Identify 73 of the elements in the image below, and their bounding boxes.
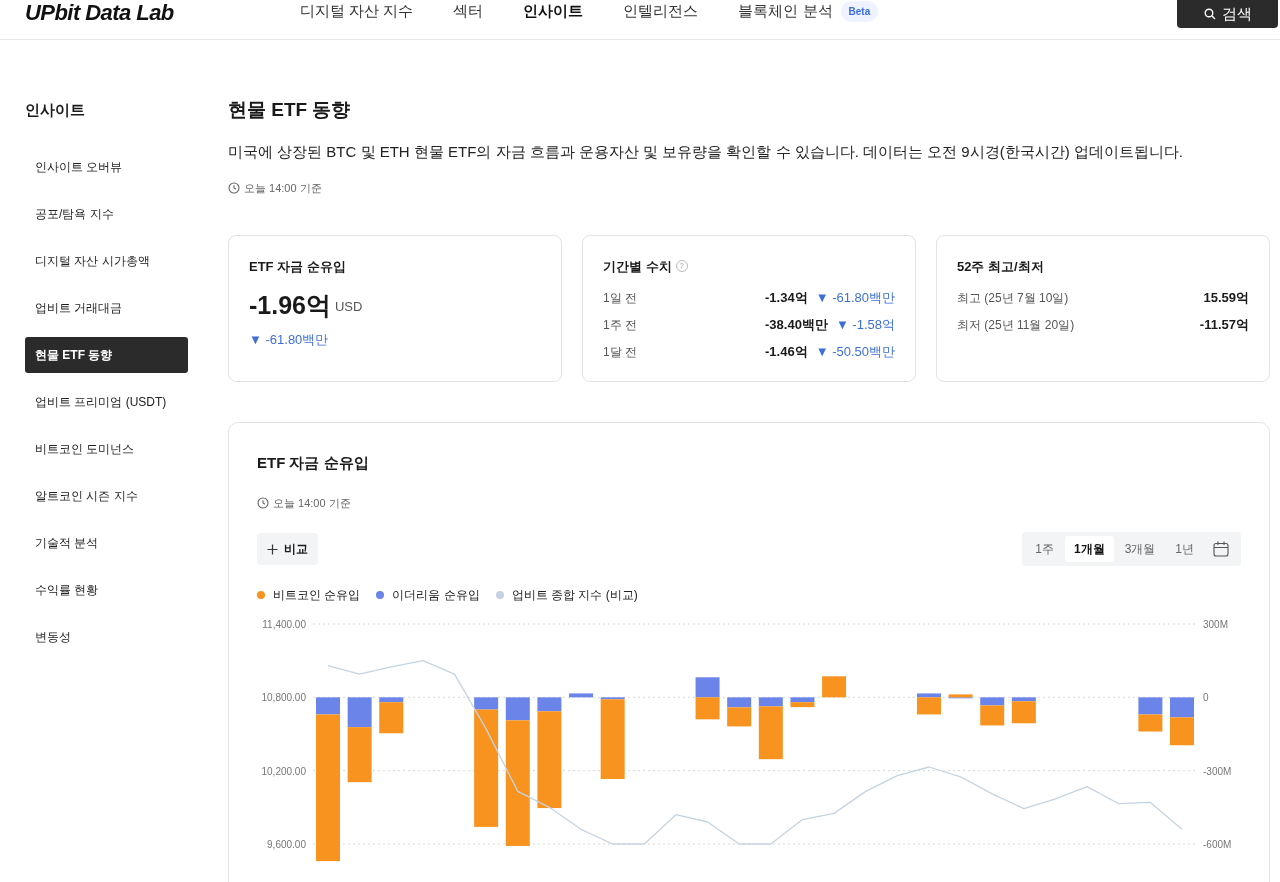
bar bbox=[1170, 697, 1194, 718]
change-value: ▼ -61.80백만 bbox=[815, 289, 895, 308]
timestamp: 오늘 14:00 기준 bbox=[244, 181, 322, 196]
range-tab[interactable]: 1개월 bbox=[1064, 536, 1114, 562]
sidebar-item[interactable]: 업비트 프리미엄 (USDT) bbox=[25, 384, 188, 420]
range-tab[interactable]: 1년 bbox=[1166, 536, 1203, 562]
clock-icon bbox=[257, 496, 269, 509]
period-label: 1일 전 bbox=[603, 290, 638, 307]
nav-link[interactable]: 블록체인 분석 bbox=[738, 1, 833, 21]
axis-label: 9,600.00 bbox=[267, 839, 306, 850]
sidebar-title: 인사이트 bbox=[25, 100, 86, 120]
bar bbox=[569, 693, 594, 698]
sidebar-item[interactable]: 변동성 bbox=[25, 619, 188, 655]
sidebar-item[interactable]: 기술적 분석 bbox=[25, 525, 188, 561]
legend-label: 업비트 종합 지수 (비교) bbox=[511, 587, 638, 604]
logo[interactable]: UPbit Data Lab bbox=[25, 0, 174, 29]
nav-link[interactable]: 섹터 bbox=[453, 1, 484, 21]
nav-link[interactable]: 디지털 자산 지수 bbox=[300, 1, 414, 21]
range-tab[interactable]: 3개월 bbox=[1115, 536, 1165, 562]
nav-link[interactable]: 인사이트 bbox=[523, 1, 584, 21]
period-value: -1.34억 bbox=[765, 289, 808, 308]
chart-title: ETF 자금 순유입 bbox=[257, 452, 370, 473]
beta-badge: Beta bbox=[840, 0, 879, 22]
page-description: 미국에 상장된 BTC 및 ETH 현물 ETF의 자금 흐름과 운용자산 및 보유량을 확인할 수 있습니다. 데이터는 오전 9시경(한국시간) 업데이트됩니다. bbox=[228, 142, 1184, 162]
axis-label: 11,400.00 bbox=[262, 619, 306, 630]
period-label: 1달 전 bbox=[603, 344, 638, 361]
clock-icon bbox=[228, 182, 240, 195]
axis-label: -600M bbox=[1203, 839, 1232, 850]
axis-label: 0 bbox=[1203, 692, 1209, 704]
axis-label: 10,800.00 bbox=[261, 692, 306, 704]
period-label: 최저 (25년 11월 20일) bbox=[957, 317, 1076, 334]
bar bbox=[695, 677, 720, 698]
period-label: 1주 전 bbox=[603, 317, 638, 334]
axis-label: -300M bbox=[1203, 765, 1232, 777]
sidebar-item[interactable]: 비트코인 도미넌스 bbox=[25, 431, 188, 467]
bar bbox=[1138, 697, 1163, 715]
period-value: -1.46억 bbox=[765, 343, 808, 362]
search-button[interactable]: 검색 bbox=[1177, 0, 1278, 28]
calendar-icon[interactable] bbox=[1213, 541, 1229, 557]
change-value: ▼ -50.50백만 bbox=[815, 343, 895, 362]
page-title: 현물 ETF 동향 bbox=[228, 98, 352, 122]
bar bbox=[822, 676, 847, 698]
card-title: 기간별 수치 bbox=[603, 257, 672, 276]
sidebar-item[interactable]: 현물 ETF 동향 bbox=[25, 337, 188, 373]
card-title: ETF 자금 순유입 bbox=[249, 257, 346, 276]
bar bbox=[1170, 717, 1194, 746]
period-value: -38.40백만 bbox=[765, 316, 828, 335]
period-label: 최고 (25년 7월 10일) bbox=[957, 290, 1070, 307]
change-value: ▼ -1.58억 bbox=[835, 316, 895, 335]
bar bbox=[695, 697, 720, 720]
nav-link[interactable]: 인텔리전스 bbox=[623, 1, 699, 21]
range-tab[interactable]: 1주 bbox=[1026, 536, 1063, 562]
card-title: 52주 최고/최저 bbox=[957, 257, 1044, 276]
change-value: ▼ -61.80백만 bbox=[249, 331, 330, 349]
sidebar-item[interactable]: 수익률 현황 bbox=[25, 572, 188, 608]
axis-label: 10,200.00 bbox=[261, 765, 306, 777]
legend-label: 비트코인 순유입 bbox=[273, 587, 361, 604]
sidebar-item[interactable]: 디지털 자산 시가총액 bbox=[25, 243, 188, 279]
bar bbox=[1138, 714, 1163, 732]
compare-button[interactable]: 비교 bbox=[257, 533, 318, 565]
period-value: 15.59억 bbox=[1203, 289, 1249, 308]
sidebar-item[interactable]: 알트코인 시즌 지수 bbox=[25, 478, 188, 514]
axis-label: 300M bbox=[1203, 619, 1228, 630]
sidebar-item[interactable]: 업비트 거래대금 bbox=[25, 290, 188, 326]
legend-label: 이더리움 순유입 bbox=[392, 587, 480, 604]
search-icon bbox=[1203, 8, 1216, 20]
total-value: -1.96억 bbox=[249, 290, 331, 320]
plus-icon bbox=[267, 543, 278, 555]
period-value: -11.57억 bbox=[1199, 316, 1249, 335]
unit-label: USD bbox=[335, 297, 363, 316]
sidebar-item[interactable]: 인사이트 오버뷰 bbox=[25, 149, 188, 185]
timestamp: 오늘 14:00 기준 bbox=[273, 495, 351, 511]
sidebar-item[interactable]: 공포/탐욕 지수 bbox=[25, 196, 188, 232]
